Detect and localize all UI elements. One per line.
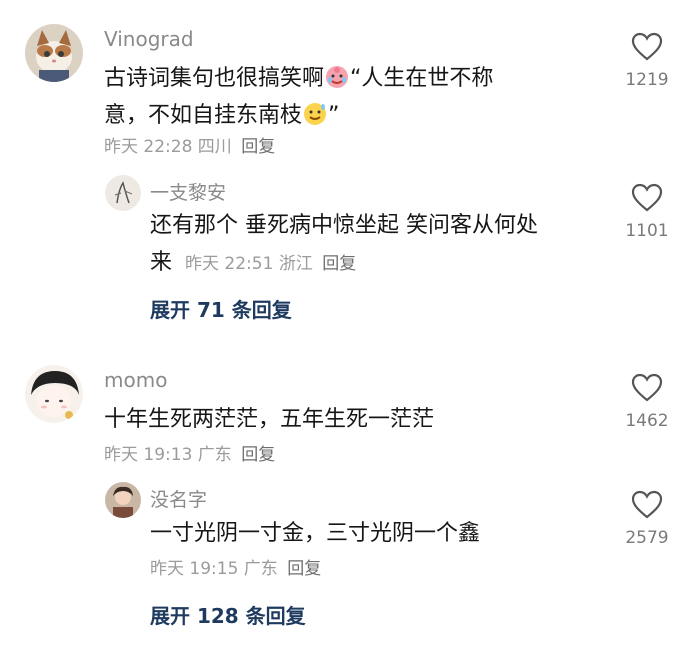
comment-text: 古诗词集句也很搞笑啊 “人生在世不称 意，不如自挂东南枝” [104,60,594,134]
reply-meta: 昨天 19:15 广东 回复 [150,554,321,579]
comment-time-location: 昨天 22:28 四川 [104,137,232,157]
like-count: 2579 [625,528,669,548]
reply-username[interactable]: 没名字 [150,485,207,512]
reply-button[interactable]: 回复 [287,559,321,579]
like-button[interactable]: 1462 [617,373,677,431]
expand-replies-button[interactable]: 展开 128 条回复 [150,600,306,629]
heart-icon [631,183,663,212]
like-count: 1101 [625,221,669,241]
reply-time-location: 昨天 22:51 浙江 [185,254,313,274]
like-button[interactable]: 1101 [617,183,677,241]
like-count: 1219 [625,70,669,90]
reply-username[interactable]: 一支黎安 [150,178,226,205]
comment-username[interactable]: Vinograd [104,27,194,51]
comment-username[interactable]: momo [104,368,167,392]
comment-time-location: 昨天 19:13 广东 [104,445,232,465]
reply-time-location: 昨天 19:15 广东 [150,559,278,579]
like-count: 1462 [625,411,669,431]
reply-text: 还有那个 垂死病中惊坐起 笑问客从何处 来 昨天 22:51 浙江 回复 [150,213,538,275]
reply-meta: 昨天 22:51 浙江 回复 [185,254,356,274]
reply-button[interactable]: 回复 [322,254,356,274]
cat-avatar-icon [25,24,83,82]
heart-icon [631,373,663,402]
reply-button[interactable]: 回复 [241,445,275,465]
avatar-yizhilian[interactable] [105,175,141,211]
like-button[interactable]: 1219 [617,32,677,90]
crying-face-emoji-icon [324,63,350,89]
reply-text: 一寸光阴一寸金，三寸光阴一个鑫 [150,521,481,546]
photo-avatar-icon [105,482,141,518]
expand-replies-button[interactable]: 展开 71 条回复 [150,294,292,323]
sweat-smile-emoji-icon [302,100,328,126]
avatar-meimingzi[interactable] [105,482,141,518]
comment-meta: 昨天 22:28 四川 回复 [104,132,275,157]
ink-avatar-icon [105,175,141,211]
comment-text: 十年生死两茫茫，五年生死一茫茫 [104,407,435,432]
heart-icon [631,490,663,519]
avatar-momo[interactable] [25,365,83,423]
reply-button[interactable]: 回复 [241,137,275,157]
like-button[interactable]: 2579 [617,490,677,548]
heart-icon [631,32,663,61]
comment-meta: 昨天 19:13 广东 回复 [104,440,275,465]
girl-avatar-icon [25,365,83,423]
avatar-vinograd[interactable] [25,24,83,82]
